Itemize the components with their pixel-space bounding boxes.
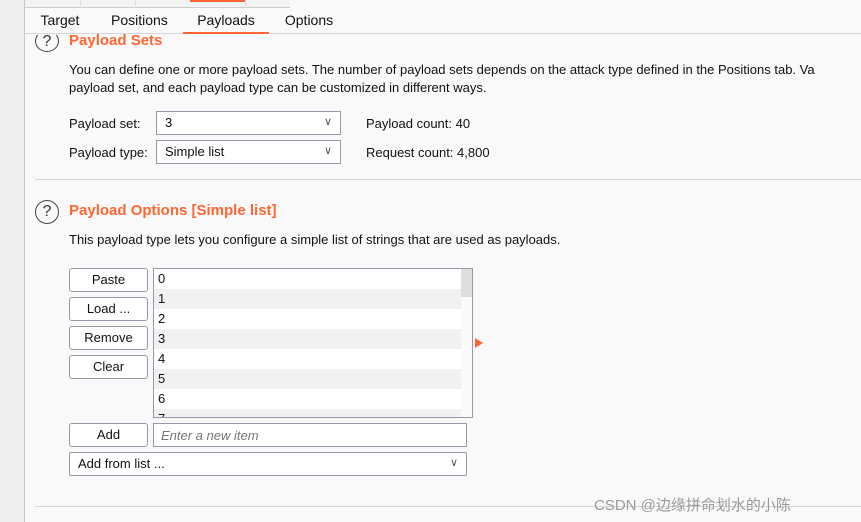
list-item[interactable]: 0 (154, 269, 462, 289)
add-button[interactable]: Add (69, 423, 148, 447)
help-icon[interactable]: ? (35, 200, 59, 224)
left-panel (0, 0, 25, 522)
tab-bar: Target Positions Payloads Options (25, 8, 861, 34)
payload-sets-description: You can define one or more payload sets.… (69, 62, 815, 77)
chevron-down-icon: ∨ (323, 145, 332, 157)
tab-positions[interactable]: Positions (111, 12, 168, 34)
new-item-input[interactable] (153, 423, 467, 447)
payload-set-value: 3 (165, 115, 173, 130)
payload-list[interactable]: 0 1 2 3 4 5 6 7 (153, 268, 473, 418)
payload-count: Payload count: 40 (366, 116, 471, 131)
remove-button[interactable]: Remove (69, 326, 148, 350)
paste-button[interactable]: Paste (69, 268, 148, 292)
payload-type-value: Simple list (165, 144, 225, 159)
list-item[interactable]: 5 (154, 369, 462, 389)
expand-arrow-icon[interactable] (475, 338, 483, 348)
scrollbar-thumb[interactable] (461, 269, 472, 297)
list-item[interactable]: 4 (154, 349, 462, 369)
section-divider (35, 179, 861, 180)
payload-set-select[interactable]: 3 ∨ (156, 111, 341, 135)
add-from-list-select[interactable]: Add from list ... ∨ (69, 452, 467, 476)
list-item[interactable]: 7 (154, 409, 462, 417)
add-from-list-label: Add from list ... (78, 456, 165, 471)
tab-payloads[interactable]: Payloads (183, 12, 269, 34)
tab-options[interactable]: Options (284, 12, 334, 34)
chevron-down-icon: ∨ (449, 457, 458, 469)
list-item[interactable]: 2 (154, 309, 462, 329)
load-button[interactable]: Load ... (69, 297, 148, 321)
request-count: Request count: 4,800 (366, 145, 490, 160)
payload-type-select[interactable]: Simple list ∨ (156, 140, 341, 164)
payload-sets-title: Payload Sets (69, 32, 163, 49)
list-item[interactable]: 3 (154, 329, 462, 349)
chevron-down-icon: ∨ (323, 116, 332, 128)
tab-target[interactable]: Target (40, 12, 80, 34)
list-item[interactable]: 6 (154, 389, 462, 409)
payload-set-label: Payload set: (69, 116, 141, 131)
payload-type-label: Payload type: (69, 145, 148, 160)
payload-sets-description-2: payload set, and each payload type can b… (69, 80, 487, 95)
list-item[interactable]: 1 (154, 289, 462, 309)
scrollbar[interactable] (461, 269, 472, 417)
top-tab-strip (25, 0, 290, 8)
clear-button[interactable]: Clear (69, 355, 148, 379)
payload-options-description: This payload type lets you configure a s… (69, 232, 561, 247)
payload-options-title: Payload Options [Simple list] (69, 202, 277, 219)
watermark: CSDN @边缘拼命划水的小陈 (594, 497, 791, 514)
